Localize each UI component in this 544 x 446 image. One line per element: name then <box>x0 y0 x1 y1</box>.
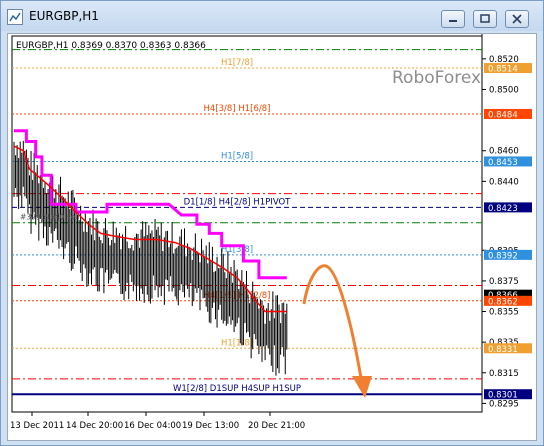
trade-marker: #39969640 sell <box>20 213 80 222</box>
y-tick-label: 0.8295 <box>489 399 519 409</box>
price-badge-label: 0.8453 <box>488 158 518 168</box>
y-tick-label: 0.8460 <box>489 147 519 157</box>
price-badge-label: 0.8331 <box>488 345 518 355</box>
level-label: H1[5/8] <box>221 151 253 161</box>
y-tick-label: 0.8500 <box>489 85 519 95</box>
y-tick-label: 0.8315 <box>489 369 519 379</box>
y-tick-label: 0.8440 <box>489 177 519 187</box>
close-icon <box>512 14 522 24</box>
forecast-arrow <box>302 264 364 385</box>
x-tick-label: 13 Dec 2011 <box>10 421 64 431</box>
chart-window-icon <box>7 9 23 25</box>
price-badge-label: 0.8423 <box>488 204 518 214</box>
y-tick-label: 0.8355 <box>489 308 519 318</box>
title-bar[interactable]: EURGBP,H1 <box>1 1 543 31</box>
close-button[interactable] <box>505 10 529 28</box>
chart-panel[interactable]: EURGBP,H1 0.8369 0.8370 0.8363 0.8366 Rob… <box>7 33 537 441</box>
chart-window: EURGBP,H1 EURGBP,H1 0.8369 0.8370 0.8363… <box>0 0 544 446</box>
price-badge-label: 0.8301 <box>488 391 518 401</box>
price-badge-label: 0.8362 <box>488 297 518 307</box>
price-badge-label: 0.8392 <box>488 251 518 261</box>
level-label: W1[2/8] D1SUP H4SUP H1SUP <box>173 384 301 394</box>
x-tick-label: 19 Dec 13:00 <box>182 421 239 431</box>
x-tick-label: 20 Dec 21:00 <box>248 421 305 431</box>
price-badge-label: 0.8514 <box>488 65 518 75</box>
maximize-icon <box>480 14 490 23</box>
minimize-icon <box>449 20 457 22</box>
level-label: H4[3/8] H1[6/8] <box>204 104 271 114</box>
minimize-button[interactable] <box>441 10 465 28</box>
watermark: RoboForex <box>392 68 481 88</box>
window-title: EURGBP,H1 <box>29 9 99 23</box>
price-chart[interactable]: EURGBP,H1 0.8369 0.8370 0.8363 0.8366Rob… <box>8 34 536 440</box>
y-tick-label: 0.8375 <box>489 277 519 287</box>
price-badge-label: 0.8484 <box>488 110 518 120</box>
level-label: D1[1/8] H4[2/8] H1PIVOT <box>184 197 292 207</box>
x-tick-label: 14 Dec 20:00 <box>66 421 123 431</box>
x-tick-label: 16 Dec 04:00 <box>124 421 181 431</box>
level-label: H1[1/8] <box>221 338 253 348</box>
maximize-button[interactable] <box>473 10 497 28</box>
level-label: H1[7/8] <box>221 58 253 68</box>
